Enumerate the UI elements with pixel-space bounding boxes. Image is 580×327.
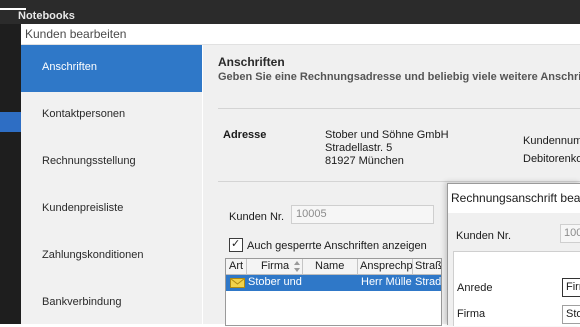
background-window-header: Notebooks <box>0 0 580 24</box>
column-header-label: Firma <box>261 260 290 272</box>
subdialog-customer-no-value: 100 <box>564 227 580 239</box>
anrede-label: Anrede <box>457 282 493 294</box>
anrede-value: Firm <box>566 281 580 293</box>
subdialog-form-panel: Anrede Firm Firma Sto <box>453 251 580 326</box>
subdialog-title: Rechnungsanschrift bear <box>451 191 580 205</box>
background-tab-label: Notebooks <box>18 10 75 22</box>
billing-address-dialog: Rechnungsanschrift bear Kunden Nr. 100 A… <box>447 183 580 326</box>
nav-item-label: Zahlungskonditionen <box>42 249 144 261</box>
customer-no-value: 10005 <box>296 208 327 220</box>
cell-name <box>303 275 357 291</box>
divider <box>218 108 580 109</box>
address-line-company: Stober und Söhne GmbH <box>325 129 449 141</box>
firma-label: Firma <box>457 308 486 320</box>
sort-icon <box>294 261 300 272</box>
column-header-name[interactable]: Name <box>303 259 358 275</box>
column-header-ansprechpartner[interactable]: Ansprechp <box>358 259 413 275</box>
cell-text: Herr Müller <box>361 276 412 288</box>
column-header-label: Straße <box>415 260 442 272</box>
firma-field[interactable]: Sto <box>562 305 580 324</box>
customer-number-label: Kundennum <box>523 135 580 147</box>
column-header-label: Name <box>315 260 345 272</box>
nav-item-anschriften[interactable]: Anschriften <box>21 45 202 92</box>
cell-firma: Stober und <box>247 275 302 291</box>
anrede-field[interactable]: Firm <box>562 278 580 297</box>
checkmark-icon: ✓ <box>231 238 241 250</box>
background-sidebar <box>0 24 21 324</box>
divider <box>218 181 580 182</box>
column-header-art[interactable]: Art <box>226 259 247 275</box>
nav-item-label: Rechnungsstellung <box>42 155 136 167</box>
dialog-nav: Anschriften Kontaktpersonen Rechnungsste… <box>21 45 202 324</box>
section-subtitle: Geben Sie eine Rechnungsadresse und beli… <box>218 71 580 83</box>
nav-item-label: Kontaktpersonen <box>42 108 126 120</box>
firma-value: Sto <box>566 308 580 320</box>
nav-item-label: Kundenpreisliste <box>42 202 124 214</box>
subdialog-customer-no-label: Kunden Nr. <box>456 230 512 242</box>
cell-strasse: Strade <box>413 275 442 291</box>
subdialog-customer-no-field: 100 <box>560 224 580 243</box>
address-line-city: 81927 München <box>325 155 404 167</box>
cell-ansprechpartner: Herr Müller <box>358 275 412 291</box>
cell-text: Strade <box>415 276 442 288</box>
nav-item-kundenpreisliste[interactable]: Kundenpreisliste <box>21 186 202 233</box>
nav-item-bankverbindung[interactable]: Bankverbindung <box>21 280 202 327</box>
background-selected-item <box>0 112 21 132</box>
customer-no-field: 10005 <box>291 205 434 224</box>
show-locked-label[interactable]: Auch gesperrte Anschriften anzeigen <box>247 240 427 252</box>
customer-no-label: Kunden Nr. <box>229 211 285 223</box>
section-title: Anschriften <box>218 55 285 69</box>
debtor-account-label: Debitorenko <box>523 153 580 165</box>
address-label: Adresse <box>223 129 267 141</box>
nav-item-kontaktpersonen[interactable]: Kontaktpersonen <box>21 92 202 139</box>
column-header-firma[interactable]: Firma <box>247 259 303 275</box>
column-header-strasse[interactable]: Straße <box>413 259 442 275</box>
address-line-street: Stradellastr. 5 <box>325 142 393 154</box>
address-block: Stober und Söhne GmbH Stradellastr. 5 81… <box>325 129 449 168</box>
column-header-label: Art <box>229 260 244 272</box>
subdialog-titlebar: Rechnungsanschrift bear <box>448 184 580 213</box>
nav-item-label: Bankverbindung <box>42 296 122 308</box>
envelope-icon <box>230 278 245 288</box>
show-locked-checkbox[interactable]: ✓ <box>229 238 243 252</box>
nav-item-label: Anschriften <box>42 61 98 73</box>
nav-item-rechnungsstellung[interactable]: Rechnungsstellung <box>21 139 202 186</box>
nav-item-zahlungskonditionen[interactable]: Zahlungskonditionen <box>21 233 202 280</box>
dialog-title: Kunden bearbeiten <box>25 27 127 41</box>
addresses-grid[interactable]: Art Firma Name Ansprechp Straße <box>225 258 442 326</box>
dialog-titlebar: Kunden bearbeiten <box>21 24 580 45</box>
column-header-label: Ansprechp <box>360 260 413 272</box>
cell-text: Stober und <box>248 276 302 288</box>
